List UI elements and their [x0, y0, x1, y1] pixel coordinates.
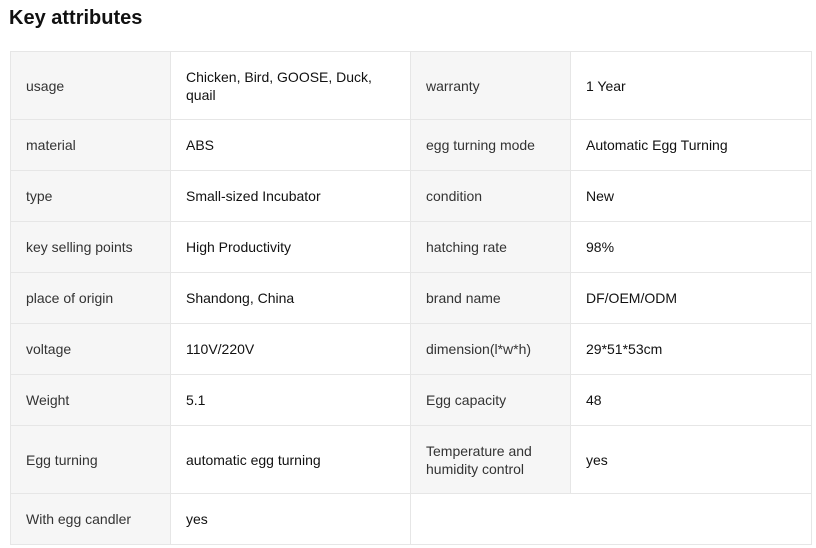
attribute-label: brand name [410, 272, 571, 324]
attribute-label: egg turning mode [410, 119, 571, 171]
attribute-value: Small-sized Incubator [170, 170, 411, 222]
attribute-value: New [570, 170, 812, 222]
attribute-value: yes [570, 425, 812, 494]
attribute-label: Egg turning [10, 425, 171, 494]
attribute-value: automatic egg turning [170, 425, 411, 494]
attribute-label: place of origin [10, 272, 171, 324]
table-row: Egg turning automatic egg turning Temper… [10, 425, 812, 494]
attribute-label: condition [410, 170, 571, 222]
table-row: usage Chicken, Bird, GOOSE, Duck, quail … [10, 51, 812, 120]
attribute-value: DF/OEM/ODM [570, 272, 812, 324]
attribute-value: High Productivity [170, 221, 411, 273]
table-row: voltage 110V/220V dimension(l*w*h) 29*51… [10, 323, 812, 375]
attribute-label: warranty [410, 51, 571, 120]
attribute-label: key selling points [10, 221, 171, 273]
table-row: type Small-sized Incubator condition New [10, 170, 812, 222]
attribute-label: With egg candler [10, 493, 171, 545]
table-row: With egg candler yes [10, 493, 812, 545]
key-attributes-table: usage Chicken, Bird, GOOSE, Duck, quail … [10, 51, 812, 545]
attribute-label: voltage [10, 323, 171, 375]
attribute-label: Egg capacity [410, 374, 571, 426]
attribute-value: ABS [170, 119, 411, 171]
attribute-value: 5.1 [170, 374, 411, 426]
table-row: place of origin Shandong, China brand na… [10, 272, 812, 324]
attribute-label: usage [10, 51, 171, 120]
attribute-value: 98% [570, 221, 812, 273]
attribute-label: hatching rate [410, 221, 571, 273]
attribute-value: 29*51*53cm [570, 323, 812, 375]
attribute-value: Shandong, China [170, 272, 411, 324]
attribute-value: Automatic Egg Turning [570, 119, 812, 171]
table-row: material ABS egg turning mode Automatic … [10, 119, 812, 171]
attribute-value: 110V/220V [170, 323, 411, 375]
attribute-value: 48 [570, 374, 812, 426]
table-row: key selling points High Productivity hat… [10, 221, 812, 273]
attribute-label: dimension(l*w*h) [410, 323, 571, 375]
attribute-label: type [10, 170, 171, 222]
attribute-value: yes [170, 493, 411, 545]
attribute-value: Chicken, Bird, GOOSE, Duck, quail [170, 51, 411, 120]
attribute-label: Weight [10, 374, 171, 426]
attribute-value: 1 Year [570, 51, 812, 120]
attribute-label: Temperature and humidity control [410, 425, 571, 494]
empty-cell [410, 493, 812, 545]
page-title: Key attributes [9, 7, 143, 29]
attribute-label: material [10, 119, 171, 171]
table-row: Weight 5.1 Egg capacity 48 [10, 374, 812, 426]
